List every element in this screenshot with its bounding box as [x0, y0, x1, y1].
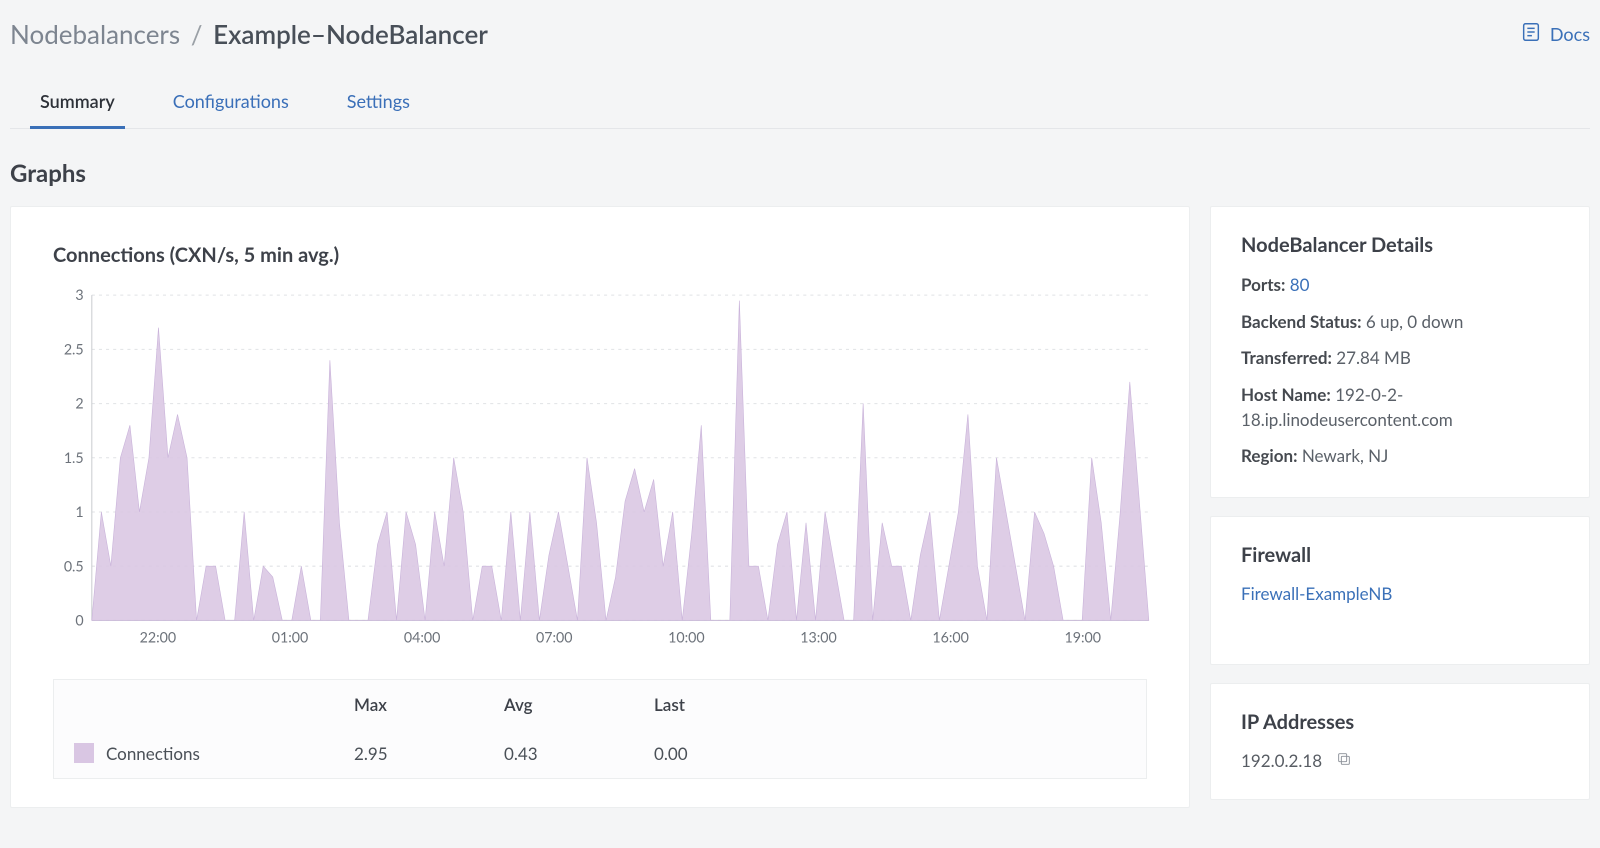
firewall-link[interactable]: Firewall-ExampleNB — [1241, 583, 1392, 604]
legend-val-last: 0.00 — [654, 743, 804, 764]
legend-col-max: Max — [354, 694, 504, 715]
tab-configurations[interactable]: Configurations — [163, 80, 299, 128]
tab-settings[interactable]: Settings — [337, 80, 420, 128]
transferred-label: Transferred: — [1241, 347, 1332, 368]
svg-text:3: 3 — [75, 287, 83, 304]
svg-text:1: 1 — [75, 504, 83, 521]
transferred-value: 27.84 MB — [1336, 347, 1411, 368]
ports-value-link[interactable]: 80 — [1290, 274, 1310, 295]
svg-text:0.5: 0.5 — [64, 558, 84, 575]
breadcrumb-current: Example–NodeBalancer — [213, 18, 488, 50]
legend-swatch — [74, 743, 94, 763]
chart-title: Connections (CXN/s, 5 min avg.) — [53, 243, 1159, 267]
svg-text:10:00: 10:00 — [668, 630, 705, 647]
graphs-heading: Graphs — [10, 159, 1590, 188]
backend-status-value: 6 up, 0 down — [1366, 311, 1464, 332]
region-label: Region: — [1241, 445, 1297, 466]
region-value: Newark, NJ — [1302, 445, 1389, 466]
breadcrumb-separator: / — [191, 18, 203, 50]
svg-text:2: 2 — [75, 396, 83, 413]
ports-label: Ports: — [1241, 274, 1285, 295]
tab-summary[interactable]: Summary — [30, 80, 125, 128]
details-card: NodeBalancer Details Ports: 80 Backend S… — [1210, 206, 1590, 498]
connections-chart-card: Connections (CXN/s, 5 min avg.) 0 0.5 1 1.5… — [10, 206, 1190, 808]
docs-link[interactable]: Docs — [1520, 21, 1590, 47]
firewall-card-title: Firewall — [1241, 543, 1559, 567]
details-card-title: NodeBalancer Details — [1241, 233, 1559, 257]
legend-series-label: Connections — [106, 743, 200, 764]
svg-text:0: 0 — [75, 612, 83, 629]
docs-icon — [1520, 21, 1542, 47]
firewall-card: Firewall Firewall-ExampleNB — [1210, 516, 1590, 665]
breadcrumb: Nodebalancers / Example–NodeBalancer — [10, 18, 488, 50]
copy-icon[interactable] — [1336, 750, 1352, 771]
svg-text:04:00: 04:00 — [404, 630, 441, 647]
legend-col-avg: Avg — [504, 694, 654, 715]
svg-text:1.5: 1.5 — [64, 450, 84, 467]
backend-status-label: Backend Status: — [1241, 311, 1362, 332]
chart-legend-table: Max Avg Last Connections 2.95 0.43 0.00 — [53, 679, 1147, 779]
svg-text:19:00: 19:00 — [1064, 630, 1101, 647]
svg-text:01:00: 01:00 — [272, 630, 309, 647]
svg-text:2.5: 2.5 — [64, 341, 84, 358]
ip-address-value: 192.0.2.18 — [1241, 750, 1322, 771]
docs-label: Docs — [1550, 23, 1590, 45]
connections-chart: 0 0.5 1 1.5 2 2.5 3 22:00 01:00 04:00 07:00 10:00 13… — [41, 285, 1159, 651]
tabs: Summary Configurations Settings — [10, 80, 1590, 129]
breadcrumb-root-link[interactable]: Nodebalancers — [10, 18, 180, 50]
hostname-label: Host Name: — [1241, 384, 1331, 405]
ip-addresses-card-title: IP Addresses — [1241, 710, 1559, 734]
svg-text:16:00: 16:00 — [932, 630, 969, 647]
legend-col-last: Last — [654, 694, 804, 715]
ip-addresses-card: IP Addresses 192.0.2.18 — [1210, 683, 1590, 800]
legend-val-max: 2.95 — [354, 743, 504, 764]
legend-val-avg: 0.43 — [504, 743, 654, 764]
svg-text:22:00: 22:00 — [140, 630, 177, 647]
svg-text:13:00: 13:00 — [800, 630, 837, 647]
svg-text:07:00: 07:00 — [536, 630, 573, 647]
